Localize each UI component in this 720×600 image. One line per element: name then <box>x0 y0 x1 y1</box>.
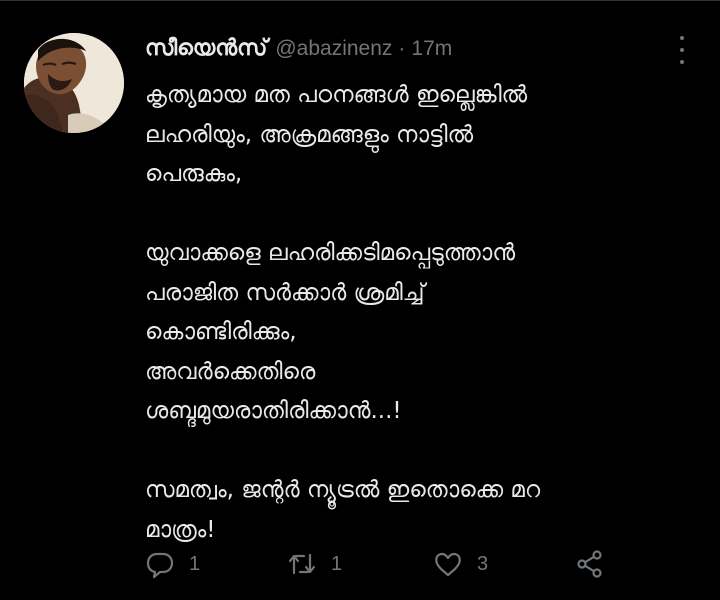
reply-button[interactable]: 1 <box>145 546 200 582</box>
tweet-text-line: മാത്രം! <box>145 516 216 543</box>
tweet-text-line: യുവാക്കളെ ലഹരിക്കടിമപ്പെടുത്താൻ <box>145 240 516 266</box>
display-name[interactable]: സീയെൻസ് <box>145 36 267 61</box>
more-options-dot <box>680 48 684 52</box>
retweet-count: 1 <box>331 552 343 575</box>
separator-dot: · <box>398 37 406 60</box>
user-handle[interactable]: @abazinenz <box>275 37 392 61</box>
tweet-text-line: കൃത്യമായ മത പഠനങ്ങൾ ഇല്ലെങ്കിൽ <box>145 82 528 108</box>
more-options-dot <box>680 60 684 64</box>
reply-count: 1 <box>189 552 201 575</box>
tweet-actions: 1 1 3 <box>145 546 615 582</box>
retweet-icon <box>288 553 316 575</box>
tweet-text: കൃത്യമായ മത പഠനങ്ങൾ ഇല്ലെങ്കിൽ ലഹരിയും, … <box>145 76 690 550</box>
tweet[interactable]: സീയെൻസ് @abazinenz · 17m കൃത്യമായ മത പഠന… <box>0 0 720 600</box>
heart-icon <box>435 552 461 577</box>
reply-icon <box>146 552 174 579</box>
timestamp[interactable]: 17m <box>411 37 452 61</box>
more-options-icon[interactable] <box>671 36 693 64</box>
tweet-text-line: കൊണ്ടിരിക്കും, <box>145 319 297 345</box>
like-button[interactable]: 3 <box>433 546 488 582</box>
share-button[interactable] <box>575 546 605 582</box>
more-options-dot <box>680 36 684 40</box>
tweet-header: സീയെൻസ് @abazinenz · 17m <box>145 36 452 70</box>
avatar-photo <box>24 33 124 133</box>
tweet-text-line: ശബ്ദമുയരാതിരിക്കാൻ...! <box>145 398 402 424</box>
tweet-text-line: സമത്വം, ജന്റർ ന്യൂട്രൽ ഇതൊക്കെ മറ <box>145 477 541 503</box>
tweet-text-line: പരാജിത സർക്കാർ ശ്രമിച്ച് <box>145 279 425 306</box>
tweet-text-line: ലഹരിയും, അക്രമങ്ങളും നാട്ടിൽ <box>145 121 474 148</box>
tweet-text-line: പെരുകും, <box>145 161 243 187</box>
retweet-button[interactable]: 1 <box>287 546 342 582</box>
tweet-text-line: അവർക്കെതിരെ <box>145 358 316 385</box>
avatar[interactable] <box>24 33 124 133</box>
share-icon <box>577 550 602 578</box>
like-count: 3 <box>477 552 489 575</box>
